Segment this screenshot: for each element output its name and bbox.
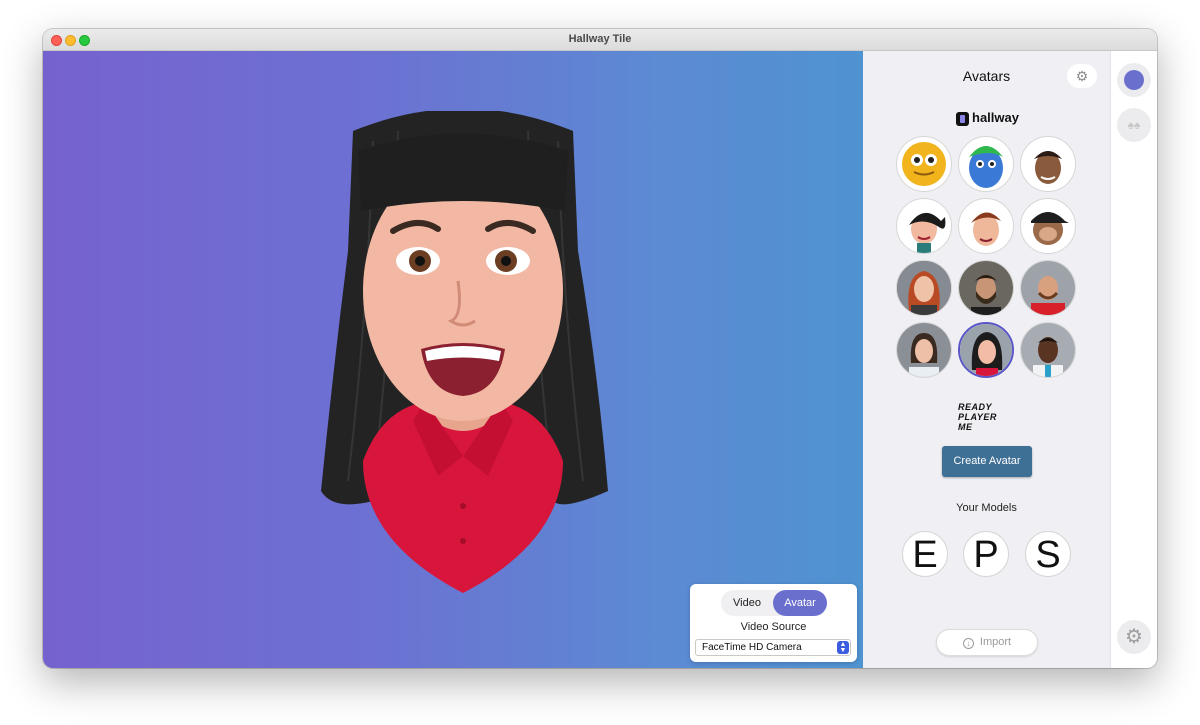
man-white-shirt-avatar[interactable] xyxy=(1020,322,1076,378)
import-button[interactable]: ↓ Import xyxy=(936,629,1038,656)
avatar-mode-button[interactable]: Avatar xyxy=(773,590,827,616)
red-shirt-man-avatar[interactable] xyxy=(1020,260,1076,316)
background-tab-button[interactable]: ♠♠ xyxy=(1117,108,1151,142)
rpm-line-1: READY xyxy=(958,402,993,412)
app-settings-button[interactable]: ⚙ xyxy=(1117,620,1151,654)
red-hair-woman-avatar[interactable] xyxy=(896,260,952,316)
avatar-preview xyxy=(321,111,608,593)
mode-segmented-control: Video Avatar xyxy=(721,590,827,616)
avatar-preview-stage: Video Avatar Video Source FaceTime HD Ca… xyxy=(43,51,863,668)
blue-green-hair-avatar[interactable] xyxy=(958,136,1014,192)
window-title: Hallway Tile xyxy=(568,33,632,45)
your-models-title: Your Models xyxy=(956,502,1017,514)
rpm-line-2: PLAYER xyxy=(958,412,997,422)
title-bar: Hallway Tile xyxy=(43,29,1157,51)
trees-icon: ♠♠ xyxy=(1127,118,1141,132)
rpm-line-3: ME xyxy=(958,422,973,432)
hallway-brand-text: hallway xyxy=(972,110,1019,125)
avatars-panel: Avatars ⚙ hallway READY PLAYER ME Create… xyxy=(863,51,1110,668)
video-mode-button[interactable]: Video xyxy=(721,590,773,616)
woman-white-shirt-avatar[interactable] xyxy=(896,322,952,378)
video-source-value: FaceTime HD Camera xyxy=(702,642,802,653)
model-p[interactable]: P xyxy=(963,531,1009,577)
app-window: Hallway Tile Video Avatar Video Source F… xyxy=(43,29,1157,668)
ready-player-me-logo: READY PLAYER ME xyxy=(958,402,1018,432)
black-hair-woman-avatar[interactable] xyxy=(958,322,1014,378)
settings-gear-icon: ⚙ xyxy=(1125,626,1143,648)
create-avatar-button[interactable]: Create Avatar xyxy=(942,446,1032,477)
cap-monkey-avatar[interactable] xyxy=(1020,198,1076,254)
model-e[interactable]: E xyxy=(902,531,948,577)
smiley-face-icon xyxy=(1124,70,1144,90)
bearded-man-avatar[interactable] xyxy=(958,260,1014,316)
yellow-smiley-avatar[interactable] xyxy=(896,136,952,192)
redhead-boy-avatar[interactable] xyxy=(958,198,1014,254)
video-source-select[interactable]: FaceTime HD Camera ▲ ▼ xyxy=(695,639,851,656)
model-s[interactable]: S xyxy=(1025,531,1071,577)
hallway-logo-icon xyxy=(956,112,969,126)
download-icon: ↓ xyxy=(962,638,974,649)
source-control-card: Video Avatar Video Source FaceTime HD Ca… xyxy=(690,584,857,662)
right-tool-rail: ♠♠ ⚙ xyxy=(1110,51,1157,668)
video-source-label: Video Source xyxy=(740,621,807,633)
avatar-tab-button[interactable] xyxy=(1117,63,1151,97)
ponytail-girl-avatar[interactable] xyxy=(896,198,952,254)
import-label: Import xyxy=(979,636,1012,648)
curly-hair-avatar[interactable] xyxy=(1020,136,1076,192)
gear-icon: ⚙ xyxy=(1075,68,1089,84)
select-arrows-icon: ▲ ▼ xyxy=(837,641,849,654)
avatar-settings-button[interactable]: ⚙ xyxy=(1067,64,1097,88)
